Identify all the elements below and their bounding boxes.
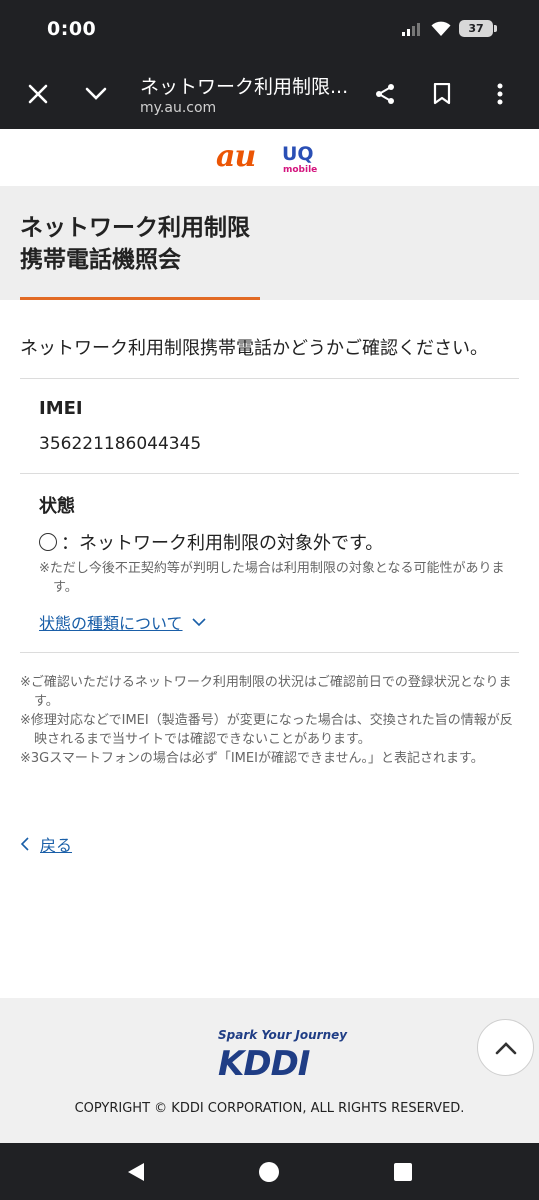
bookmark-icon (433, 83, 451, 105)
imei-value: 356221186044345 (39, 434, 202, 454)
imei-label: IMEI (39, 398, 83, 419)
status-note: ※ただし今後不正契約等が判明した場合は利用制限の対象となる可能性があります。 (39, 561, 505, 595)
browser-url[interactable]: my.au.com (140, 100, 216, 116)
back-link-text[interactable]: 戻る (40, 832, 72, 856)
uq-mobile-logo[interactable]: UQ mobile (279, 141, 319, 175)
system-nav-bar (0, 1143, 539, 1200)
divider (20, 378, 519, 379)
status-value: ：ネットワーク利用制限の対象外です。 (61, 533, 384, 554)
close-icon (28, 84, 48, 104)
site-header: au UQ mobile (0, 129, 539, 186)
title-underline (20, 297, 260, 300)
bookmark-button[interactable] (422, 74, 462, 114)
browser-toolbar: ネットワーク利用制限... my.au.com (0, 58, 539, 129)
divider (20, 473, 519, 474)
back-link[interactable]: 戻る (20, 832, 72, 856)
status-types-link-text[interactable]: 状態の種類について (39, 610, 183, 634)
status-time: 0:00 (47, 18, 97, 40)
wifi-icon (431, 21, 451, 36)
home-nav-button[interactable] (254, 1157, 284, 1187)
svg-text:UQ: UQ (282, 143, 314, 165)
notes-list: ※ご確認いただけるネットワーク利用制限の状況はご確認前日での登録状況となります。… (20, 673, 515, 768)
more-vert-icon (497, 83, 503, 105)
intro-text: ネットワーク利用制限携帯電話かどうかご確認ください。 (20, 338, 488, 359)
note-item: ※修理対応などでIMEI（製造番号）が変更になった場合は、交換された旨の情報が反… (20, 713, 513, 747)
kddi-logo[interactable]: KDDI (218, 1044, 310, 1084)
status-label: 状態 (39, 496, 75, 517)
circle-mark-icon (39, 533, 57, 551)
triangle-back-icon (128, 1163, 144, 1181)
chevron-down-icon (85, 87, 107, 100)
share-icon (376, 84, 394, 104)
battery-icon: 37 (459, 20, 497, 37)
share-button[interactable] (365, 74, 405, 114)
au-logo[interactable]: au (216, 139, 256, 174)
title-band: ネットワーク利用制限 携帯電話機照会 (0, 186, 539, 300)
footer: Spark Your Journey KDDI COPYRIGHT © KDDI… (0, 998, 539, 1143)
kddi-tagline: Spark Your Journey (218, 1028, 348, 1042)
minimize-button[interactable] (76, 74, 116, 114)
note-item: ※ご確認いただけるネットワーク利用制限の状況はご確認前日での登録状況となります。 (20, 675, 512, 709)
chevron-up-icon (495, 1041, 516, 1054)
recents-nav-button[interactable] (388, 1157, 418, 1187)
status-result: ：ネットワーク利用制限の対象外です。 (39, 529, 383, 555)
home-circle-icon (259, 1162, 279, 1182)
status-types-link[interactable]: 状態の種類について (39, 610, 207, 634)
note-item: ※3Gスマートフォンの場合は必ず「IMEIが確認できません。」と表記されます。 (20, 751, 484, 766)
scroll-to-top-button[interactable] (477, 1019, 534, 1076)
back-nav-button[interactable] (121, 1157, 151, 1187)
svg-text:mobile: mobile (283, 165, 317, 175)
chevron-left-icon (20, 837, 29, 851)
status-bar: 0:00 37 (0, 0, 539, 58)
status-icons: 37 (401, 20, 497, 37)
browser-page-title: ネットワーク利用制限... (140, 76, 349, 98)
chevron-down-icon (191, 618, 206, 627)
signal-icon (402, 22, 420, 36)
square-recents-icon (394, 1163, 412, 1181)
copyright: COPYRIGHT © KDDI CORPORATION, ALL RIGHTS… (74, 1101, 465, 1116)
divider (20, 652, 519, 653)
close-button[interactable] (18, 74, 58, 114)
page-title: ネットワーク利用制限 携帯電話機照会 (20, 215, 250, 273)
more-options-button[interactable] (480, 74, 520, 114)
